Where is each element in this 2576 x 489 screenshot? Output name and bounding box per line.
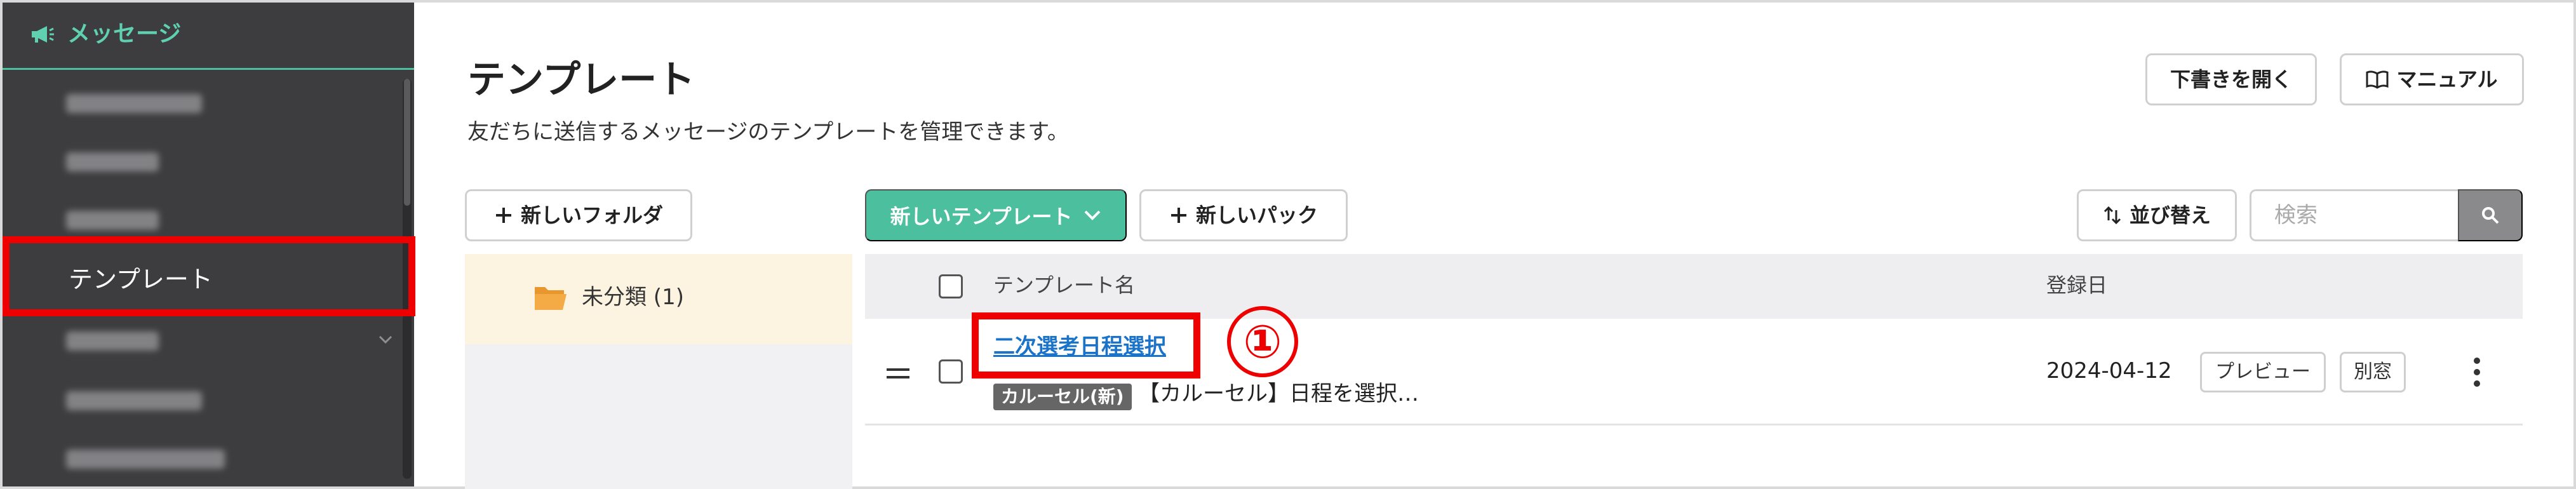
page-description: 友だちに送信するメッセージのテンプレートを管理できます。 (467, 119, 1069, 145)
template-type-badge: カルーセル(新) (993, 384, 1132, 410)
chevron-down-icon (379, 335, 392, 344)
column-header-date: 登録日 (2046, 273, 2108, 297)
blurred-label (66, 152, 159, 171)
more-options-icon[interactable] (2464, 353, 2490, 391)
sidebar-item-blurred[interactable] (3, 429, 414, 488)
preview-button[interactable]: プレビュー (2200, 352, 2326, 392)
open-draft-label: 下書きを開く (2170, 68, 2292, 91)
sidebar-item-blurred[interactable] (3, 132, 414, 191)
sidebar-section-label: メッセージ (67, 21, 182, 47)
search-button[interactable] (2458, 189, 2523, 241)
folder-item[interactable]: 未分類 (1) (465, 254, 852, 344)
manual-button[interactable]: マニュアル (2340, 53, 2524, 105)
sidebar-item-blurred[interactable] (3, 191, 414, 249)
folder-name: 未分類 (1) (582, 285, 684, 310)
folder-panel: 未分類 (1) (465, 254, 852, 489)
template-preview-text: 【カルーセル】日程を選択… (1138, 381, 1419, 406)
step-marker: ① (1227, 306, 1298, 377)
new-folder-button[interactable]: 新しいフォルダ (465, 189, 692, 241)
megaphone-icon (32, 26, 54, 43)
page-title: テンプレート (467, 58, 695, 102)
blurred-label (66, 450, 225, 469)
plus-icon (1171, 208, 1186, 223)
scrollbar-thumb[interactable] (404, 79, 410, 206)
search-input[interactable] (2250, 189, 2459, 241)
blurred-label (66, 332, 159, 351)
chevron-down-icon (1084, 210, 1100, 220)
sidebar: メッセージ テンプレート (3, 3, 414, 486)
sidebar-item-label: テンプレート (69, 265, 213, 293)
row-checkbox[interactable] (939, 359, 963, 384)
sidebar-item-blurred[interactable] (3, 74, 414, 132)
open-draft-button[interactable]: 下書きを開く (2145, 53, 2317, 105)
blurred-label (66, 391, 202, 410)
sidebar-item-template[interactable]: テンプレート (3, 250, 414, 309)
blurred-label (66, 94, 202, 113)
search-icon (2482, 207, 2499, 224)
sidebar-scrollbar[interactable] (403, 79, 412, 479)
sidebar-item-blurred[interactable] (3, 371, 414, 429)
new-template-button[interactable]: 新しいテンプレート (865, 189, 1127, 241)
plus-icon (495, 208, 511, 223)
select-all-checkbox[interactable] (939, 274, 963, 298)
template-name-link[interactable]: 二次選考日程選択 (993, 335, 1166, 359)
sort-arrows-icon (2103, 206, 2121, 225)
new-pack-button[interactable]: 新しいパック (1139, 189, 1348, 241)
sidebar-section-messages[interactable]: メッセージ (3, 3, 414, 70)
drag-handle-icon[interactable] (887, 367, 909, 380)
open-window-button[interactable]: 別窓 (2340, 352, 2406, 392)
folder-open-icon (535, 287, 567, 310)
sort-button[interactable]: 並び替え (2077, 189, 2237, 241)
book-icon (2366, 70, 2389, 89)
registered-date: 2024-04-12 (2046, 358, 2172, 384)
new-pack-label: 新しいパック (1195, 204, 1318, 227)
sort-label: 並び替え (2129, 204, 2211, 227)
new-template-label: 新しいテンプレート (890, 205, 1073, 228)
blurred-label (66, 211, 159, 230)
manual-label: マニュアル (2396, 68, 2498, 91)
new-folder-label: 新しいフォルダ (520, 204, 663, 227)
sidebar-item-blurred[interactable] (3, 311, 414, 370)
column-header-name: テンプレート名 (993, 273, 1136, 297)
